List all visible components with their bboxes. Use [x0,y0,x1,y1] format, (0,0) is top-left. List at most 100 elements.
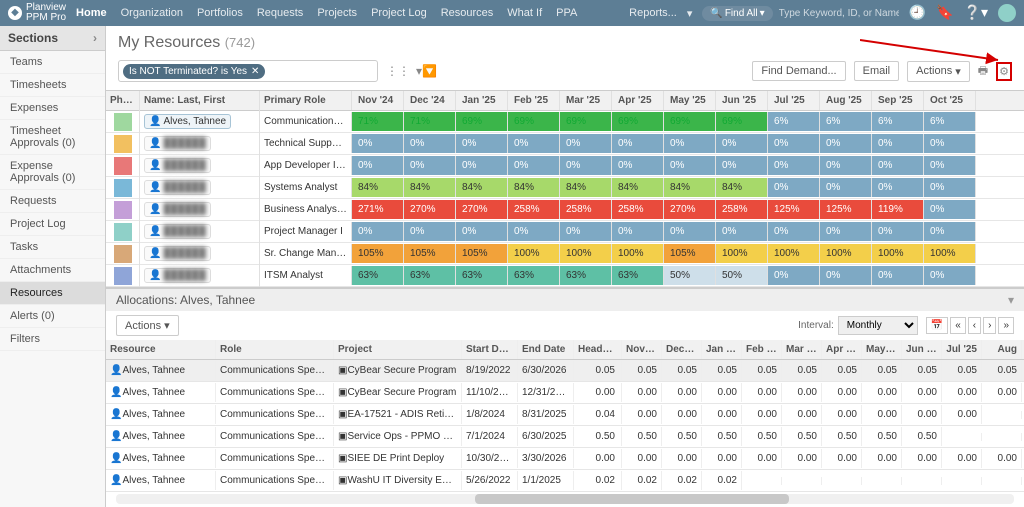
col-month[interactable]: Jun '25 [716,91,768,110]
alloc-col-month[interactable]: Jan '25 [702,340,742,359]
sidebar-item-teams[interactable]: Teams [0,51,105,74]
sidebar-item-timesheet[interactable]: Timesheet Approvals (0) [0,120,105,155]
sidebar-item-attachments[interactable]: Attachments [0,259,105,282]
alloc-col-month[interactable]: Dec '24 [662,340,702,359]
filter-chip[interactable]: Is NOT Terminated? is Yes✕ [123,64,265,79]
col-start[interactable]: Start Date [462,340,518,359]
col-resource[interactable]: Resource [106,340,216,359]
sidebar-item-filters[interactable]: Filters [0,328,105,351]
col-month[interactable]: Aug '25 [820,91,872,110]
col-month[interactable]: Sep '25 [872,91,924,110]
alloc-col-month[interactable]: Jun '25 [902,340,942,359]
clock-icon[interactable]: 🕘 [909,4,926,22]
alloc-col-month[interactable]: Aug [982,340,1022,359]
allocation-row[interactable]: 👤Alves, TahneeCommunications Specialist … [106,360,1024,382]
col-name[interactable]: Name: Last, First [140,91,260,110]
alloc-collapse-icon[interactable]: ▾ [1008,293,1014,307]
col-photo[interactable]: Photo [106,91,140,110]
nav-resources[interactable]: Resources [441,7,494,19]
col-month[interactable]: May '25 [664,91,716,110]
sidebar-item-expenses[interactable]: Expenses [0,97,105,120]
sidebar-item-project[interactable]: Project Log [0,213,105,236]
nav-project-log[interactable]: Project Log [371,7,427,19]
resource-row[interactable]: 👤██████Technical Support Spec...0%0%0%0%… [106,133,1024,155]
nav-organization[interactable]: Organization [121,7,183,19]
sidebar-item-expense[interactable]: Expense Approvals (0) [0,155,105,190]
findall-scope[interactable]: 🔍 Find All ▾ [702,6,772,21]
actions-button[interactable]: Actions ▾ [907,61,970,82]
col-alloc-role[interactable]: Role [216,340,334,359]
name-pill[interactable]: 👤██████ [144,224,211,239]
allocation-row[interactable]: 👤Alves, TahneeCommunications Specialist … [106,470,1024,492]
collapse-sidebar-icon[interactable]: › [93,31,97,45]
col-month[interactable]: Dec '24 [404,91,456,110]
calendar-icon[interactable]: 📅 [926,317,948,334]
sidebar-item-requests[interactable]: Requests [0,190,105,213]
allocation-row[interactable]: 👤Alves, TahneeCommunications Specialist … [106,382,1024,404]
sidebar-item-timesheets[interactable]: Timesheets [0,74,105,97]
search-input[interactable] [779,8,899,19]
sidebar-item-tasks[interactable]: Tasks [0,236,105,259]
col-month[interactable]: Apr '25 [612,91,664,110]
help-icon[interactable]: ❔▾ [964,4,988,22]
name-pill[interactable]: 👤██████ [144,180,211,195]
alloc-col-month[interactable]: May '25 [862,340,902,359]
nav-projects[interactable]: Projects [317,7,357,19]
name-pill[interactable]: 👤██████ [144,202,211,217]
nav-home[interactable]: Home [76,7,107,19]
col-project[interactable]: Project [334,340,462,359]
allocation-row[interactable]: 👤Alves, TahneeCommunications Specialist … [106,404,1024,426]
resource-row[interactable]: 👤Alves, TahneeCommunications Speci...71%… [106,111,1024,133]
bookmark-icon[interactable]: 🔖 [936,4,953,22]
nav-what-if[interactable]: What If [507,7,542,19]
col-month[interactable]: Feb '25 [508,91,560,110]
col-month[interactable]: Nov '24 [352,91,404,110]
alloc-col-month[interactable]: Mar '25 [782,340,822,359]
alloc-actions-button[interactable]: Actions ▾ [116,315,179,336]
drag-handle-icon[interactable]: ⋮⋮ [386,64,410,78]
nav-portfolios[interactable]: Portfolios [197,7,243,19]
user-avatar[interactable] [998,4,1016,22]
allocation-row[interactable]: 👤Alves, TahneeCommunications Specialist … [106,426,1024,448]
filter-input[interactable]: Is NOT Terminated? is Yes✕ [118,60,378,82]
name-pill[interactable]: 👤██████ [144,136,211,151]
email-button[interactable]: Email [854,61,900,81]
sidebar-item-alerts[interactable]: Alerts (0) [0,305,105,328]
col-headcount[interactable]: Headcount [574,340,622,359]
alloc-col-month[interactable]: Feb '25 [742,340,782,359]
name-pill[interactable]: 👤██████ [144,246,211,261]
find-demand-button[interactable]: Find Demand... [752,61,845,81]
resource-row[interactable]: 👤██████Sr. Change Manager105%105%105%100… [106,243,1024,265]
nav-requests[interactable]: Requests [257,7,303,19]
allocation-row[interactable]: 👤Alves, TahneeCommunications Specialist … [106,448,1024,470]
nav-last-icon[interactable]: » [998,317,1014,334]
nav-next-icon[interactable]: › [983,317,996,334]
col-month[interactable]: Mar '25 [560,91,612,110]
nav-ppa[interactable]: PPA [556,7,577,19]
nav-prev-icon[interactable]: ‹ [968,317,981,334]
reports-menu[interactable]: Reports... [629,7,677,19]
col-month[interactable]: Jul '25 [768,91,820,110]
col-role[interactable]: Primary Role [260,91,352,110]
interval-select[interactable]: Monthly [838,316,918,335]
name-pill[interactable]: 👤Alves, Tahnee [144,114,231,129]
nav-first-icon[interactable]: « [950,317,966,334]
resource-row[interactable]: 👤██████Project Manager I0%0%0%0%0%0%0%0%… [106,221,1024,243]
resource-row[interactable]: 👤██████Business Analyst II271%270%270%25… [106,199,1024,221]
col-month[interactable]: Oct '25 [924,91,976,110]
name-pill[interactable]: 👤██████ [144,158,211,173]
horizontal-scrollbar[interactable] [116,494,1014,504]
filter-icon[interactable]: ▾🔽 [416,64,437,78]
col-month[interactable]: Jan '25 [456,91,508,110]
resource-row[interactable]: 👤██████Systems Analyst84%84%84%84%84%84%… [106,177,1024,199]
resource-row[interactable]: 👤██████App Developer III&Lead0%0%0%0%0%0… [106,155,1024,177]
sidebar-item-resources[interactable]: Resources [0,282,105,305]
alloc-col-month[interactable]: Nov '24 [622,340,662,359]
col-end[interactable]: End Date [518,340,574,359]
settings-gear-icon[interactable]: ⚙ [999,66,1009,78]
alloc-col-month[interactable]: Jul '25 [942,340,982,359]
alloc-col-month[interactable]: Apr '25 [822,340,862,359]
name-pill[interactable]: 👤██████ [144,268,211,283]
print-icon[interactable]: 🖶 [978,62,988,81]
remove-chip-icon[interactable]: ✕ [251,66,259,77]
